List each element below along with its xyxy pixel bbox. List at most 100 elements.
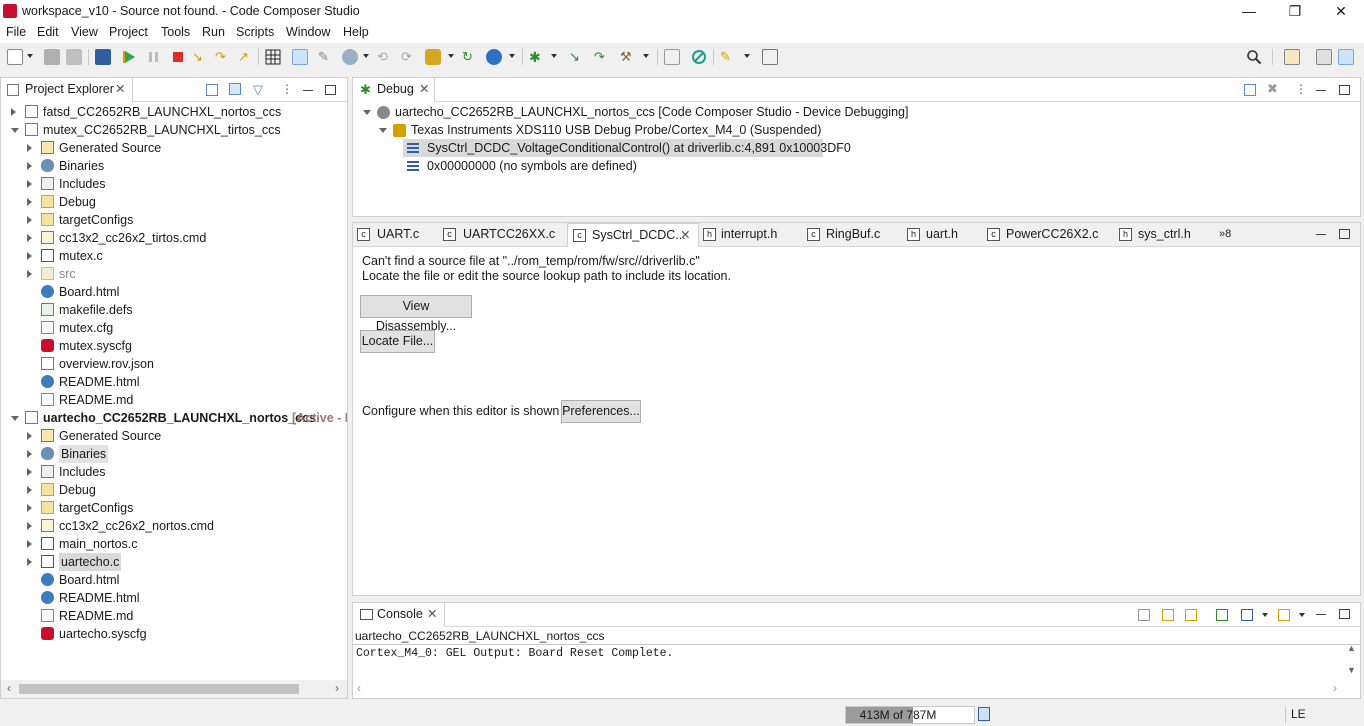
preferences-button[interactable]: Preferences...	[561, 400, 641, 423]
trash-gc-icon[interactable]	[978, 707, 990, 721]
display-console-icon[interactable]	[1241, 609, 1253, 621]
heap-status[interactable]: 413M of 787M	[845, 706, 975, 724]
tree-item[interactable]: cc13x2_cc26x2_tirtos.cmd	[1, 229, 347, 247]
terminate-icon[interactable]	[170, 49, 186, 65]
tab-uartcc26xx-c[interactable]: c UARTCC26XX.c	[443, 223, 563, 247]
chevron-down-icon[interactable]	[11, 128, 19, 133]
terminal-icon[interactable]	[664, 49, 680, 65]
chevron-right-icon[interactable]	[27, 216, 32, 224]
chevron-right-icon[interactable]	[27, 486, 32, 494]
tab-debug[interactable]: ✱ Debug ✕	[353, 78, 435, 102]
tree-item[interactable]: Debug	[1, 481, 347, 499]
chevron-right-icon[interactable]	[11, 108, 16, 116]
step-into-icon[interactable]: ↘	[192, 49, 208, 65]
display-dropdown-icon[interactable]	[1262, 613, 1268, 617]
tree-item[interactable]: Debug	[1, 193, 347, 211]
menu-scripts[interactable]: Scripts	[236, 25, 274, 39]
open-console-dropdown-icon[interactable]	[1299, 613, 1305, 617]
step-over-icon[interactable]: ↷	[215, 49, 231, 65]
scroll-down-icon[interactable]: ▼	[1347, 665, 1356, 675]
memory-browser-icon[interactable]	[265, 49, 281, 65]
project-tree-item[interactable]: mutex_CC2652RB_LAUNCHXL_tirtos_ccs	[1, 121, 347, 139]
tree-horizontal-scrollbar[interactable]: ‹ ›	[1, 680, 347, 698]
pin-dropdown-icon[interactable]	[744, 54, 750, 58]
collapse-all-icon[interactable]	[206, 84, 218, 96]
load-program-icon[interactable]	[342, 49, 358, 65]
maximize-view-icon[interactable]	[1339, 85, 1350, 95]
tab-sys-ctrl-h[interactable]: h sys_ctrl.h	[1119, 223, 1219, 247]
chevron-right-icon[interactable]	[27, 162, 32, 170]
tree-item[interactable]: Generated Source	[1, 139, 347, 157]
chevron-right-icon[interactable]	[27, 450, 32, 458]
open-perspective-icon[interactable]	[1284, 49, 1300, 65]
chevron-right-icon[interactable]	[27, 432, 32, 440]
chevron-right-icon[interactable]	[27, 270, 32, 278]
scroll-left-icon[interactable]: ‹	[7, 681, 11, 695]
tab-uart-h[interactable]: h uart.h	[907, 223, 977, 247]
restart-icon[interactable]: ⟳	[401, 49, 417, 65]
tree-item[interactable]: Board.html	[1, 283, 347, 301]
scroll-up-icon[interactable]: ▲	[1347, 643, 1356, 653]
ccs-debug-perspective-icon[interactable]	[1338, 49, 1354, 65]
reset-cpu-icon[interactable]: ⟲	[377, 49, 393, 65]
chevron-right-icon[interactable]	[27, 180, 32, 188]
search-icon[interactable]	[1246, 49, 1262, 65]
hammer-build-icon[interactable]: ⚒	[620, 49, 636, 65]
menu-run[interactable]: Run	[202, 25, 225, 39]
view-menu-icon[interactable]: ⋮	[281, 83, 293, 95]
ccs-edit-perspective-icon[interactable]	[1316, 49, 1332, 65]
pin-console-icon[interactable]	[1216, 609, 1228, 621]
tree-item[interactable]: overview.rov.json	[1, 355, 347, 373]
locate-file-button[interactable]: Locate File...	[360, 330, 435, 353]
menu-edit[interactable]: Edit	[37, 25, 59, 39]
minimize-button[interactable]: —	[1226, 0, 1272, 23]
tree-item[interactable]: README.html	[1, 373, 347, 391]
tree-item[interactable]: README.html	[1, 589, 347, 607]
chevron-right-icon[interactable]	[27, 234, 32, 242]
debug-dropdown-icon[interactable]	[551, 54, 557, 58]
tree-item[interactable]: Board.html	[1, 571, 347, 589]
tab-project-explorer[interactable]: Project Explorer ✕	[1, 78, 133, 102]
new-window-icon[interactable]	[762, 49, 778, 65]
close-icon[interactable]: ✕	[680, 224, 690, 247]
maximize-view-icon[interactable]	[1339, 609, 1350, 619]
menu-file[interactable]: File	[6, 25, 26, 39]
minimize-view-icon[interactable]	[1316, 614, 1326, 615]
tree-item[interactable]: src	[1, 265, 347, 283]
tab-interrupt-h[interactable]: h interrupt.h	[703, 223, 803, 247]
tab-sysctrl-dcdc[interactable]: c SysCtrl_DCDC... ✕	[567, 223, 699, 247]
new-icon[interactable]	[7, 49, 23, 65]
flash-icon[interactable]	[486, 49, 502, 65]
tree-item[interactable]: makefile.defs	[1, 301, 347, 319]
tree-item[interactable]: mutex.syscfg	[1, 337, 347, 355]
build-config-icon[interactable]	[425, 49, 441, 65]
chevron-down-icon[interactable]	[379, 128, 387, 133]
clear-console-icon[interactable]	[1138, 609, 1150, 621]
minimize-view-icon[interactable]	[1316, 234, 1326, 235]
tree-item[interactable]: uartecho.syscfg	[1, 625, 347, 643]
tree-item[interactable]: mutex.cfg	[1, 319, 347, 337]
chevron-down-icon[interactable]	[11, 416, 19, 421]
suspend-icon[interactable]	[146, 49, 162, 65]
chevron-right-icon[interactable]	[27, 558, 32, 566]
load-dropdown-icon[interactable]	[363, 54, 369, 58]
scroll-right-icon[interactable]: ›	[335, 681, 339, 695]
asm-step-into-icon[interactable]: ↘	[569, 49, 585, 65]
debug-bug-icon[interactable]: ✱	[529, 49, 545, 65]
close-icon[interactable]: ✕	[427, 603, 437, 626]
menu-window[interactable]: Window	[286, 25, 330, 39]
tree-item[interactable]: main_nortos.c	[1, 535, 347, 553]
chevron-right-icon[interactable]	[27, 540, 32, 548]
connect-target-icon[interactable]	[292, 49, 308, 65]
asm-step-over-icon[interactable]: ↷	[594, 49, 610, 65]
scroll-right-icon[interactable]: ›	[1333, 681, 1337, 695]
resume-icon[interactable]	[122, 49, 138, 65]
filter-icon[interactable]: ▽	[253, 83, 265, 96]
menu-help[interactable]: Help	[343, 25, 369, 39]
tree-item[interactable]: mutex.c	[1, 247, 347, 265]
scroll-lock-icon[interactable]	[1162, 609, 1174, 621]
tab-uart-c[interactable]: c UART.c	[357, 223, 437, 247]
search-target-icon[interactable]	[691, 49, 707, 65]
tab-ringbuf-c[interactable]: c RingBuf.c	[807, 223, 897, 247]
tree-item[interactable]: cc13x2_cc26x2_nortos.cmd	[1, 517, 347, 535]
